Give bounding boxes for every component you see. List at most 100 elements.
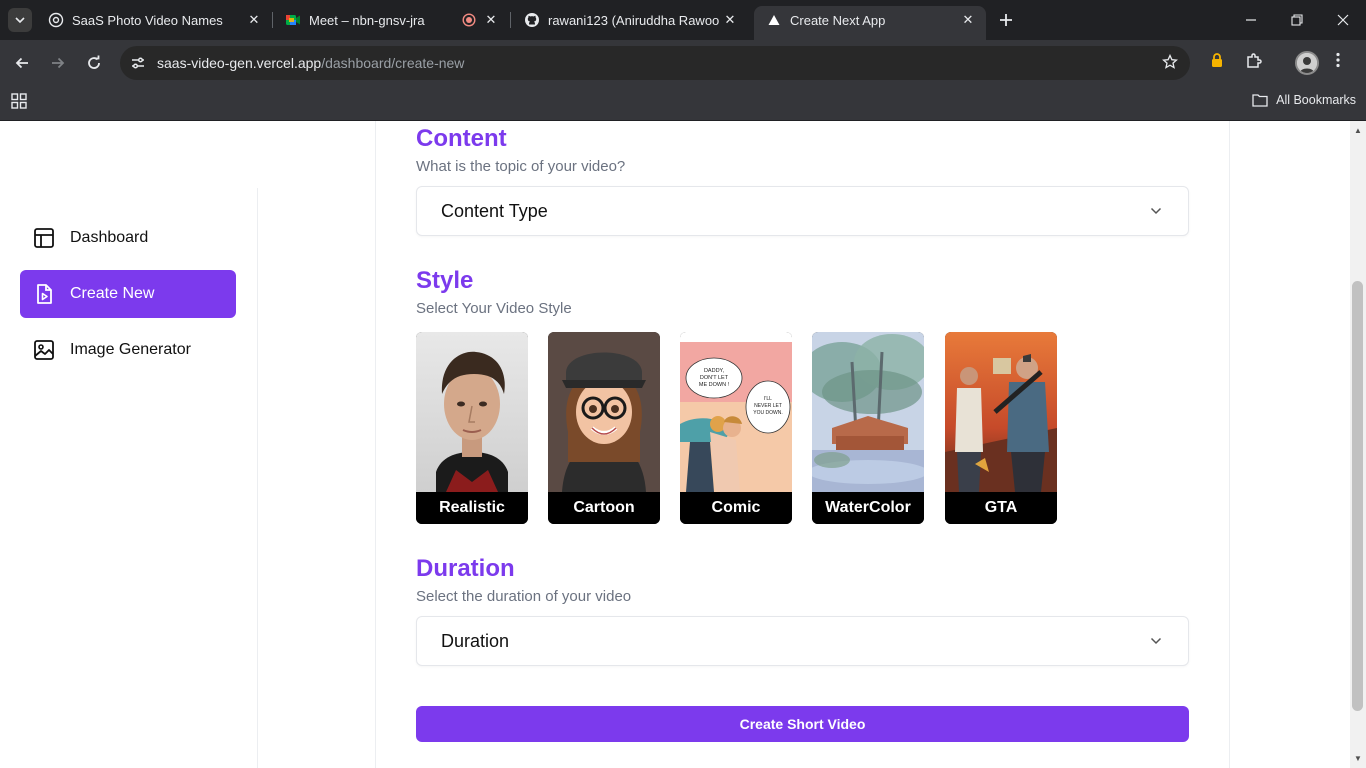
main-border-right bbox=[1229, 121, 1230, 768]
create-short-video-button[interactable]: Create Short Video bbox=[416, 706, 1189, 742]
google-meet-icon bbox=[285, 12, 301, 28]
reload-button[interactable] bbox=[80, 49, 108, 77]
close-icon[interactable]: ✕ bbox=[481, 10, 501, 30]
plus-icon bbox=[1000, 14, 1012, 26]
style-section-title: Style bbox=[416, 267, 474, 294]
layout-icon bbox=[32, 226, 56, 250]
close-icon[interactable]: ✕ bbox=[958, 10, 978, 30]
more-vert-icon bbox=[1336, 52, 1340, 68]
content-section-title: Content bbox=[416, 125, 507, 152]
browser-toolbar: saas-video-gen.vercel.app/dashboard/crea… bbox=[0, 40, 1366, 86]
browser-tab-strip: SaaS Photo Video Names ✕ Meet – nbn-gnsv… bbox=[0, 0, 1366, 40]
all-bookmarks-button[interactable]: All Bookmarks bbox=[1252, 93, 1356, 107]
url-host: saas-video-gen.vercel.app bbox=[157, 55, 322, 71]
tab-create-next-app[interactable]: Create Next App ✕ bbox=[754, 6, 986, 40]
tab-github[interactable]: rawani123 (Aniruddha Rawool) ✕ bbox=[512, 6, 748, 34]
tab-search-button[interactable] bbox=[8, 8, 32, 32]
sidebar-item-label: Create New bbox=[70, 285, 155, 302]
style-option-watercolor[interactable]: WaterColor bbox=[812, 332, 924, 524]
style-section-subtitle: Select Your Video Style bbox=[416, 300, 572, 317]
profile-avatar[interactable] bbox=[1295, 51, 1319, 75]
duration-select[interactable]: Duration bbox=[416, 616, 1189, 666]
sidebar-item-dashboard[interactable]: Dashboard bbox=[20, 214, 236, 262]
browser-menu-button[interactable] bbox=[1336, 52, 1340, 73]
close-icon[interactable]: ✕ bbox=[720, 10, 740, 30]
restore-icon bbox=[1291, 14, 1303, 26]
tab-separator bbox=[510, 12, 511, 28]
url-text: saas-video-gen.vercel.app/dashboard/crea… bbox=[157, 55, 464, 71]
new-tab-button[interactable] bbox=[994, 8, 1018, 32]
sidebar-item-label: Dashboard bbox=[70, 229, 149, 246]
bookmark-star-icon[interactable] bbox=[1162, 53, 1178, 75]
style-option-cartoon[interactable]: Cartoon bbox=[548, 332, 660, 524]
style-option-label: Cartoon bbox=[548, 492, 660, 524]
svg-text:ME DOWN !: ME DOWN ! bbox=[699, 382, 730, 388]
close-icon bbox=[1337, 14, 1349, 26]
scroll-up-arrow-icon[interactable]: ▲ bbox=[1353, 125, 1363, 135]
chevron-down-icon bbox=[1148, 203, 1164, 219]
content-type-select[interactable]: Content Type bbox=[416, 186, 1189, 236]
folder-icon bbox=[1252, 94, 1268, 107]
scroll-down-arrow-icon[interactable]: ▼ bbox=[1353, 753, 1363, 763]
address-bar[interactable]: saas-video-gen.vercel.app/dashboard/crea… bbox=[120, 46, 1190, 80]
sidebar-item-image-generator[interactable]: Image Generator bbox=[20, 326, 236, 374]
watercolor-landscape-image bbox=[812, 332, 924, 492]
scrollbar-thumb[interactable] bbox=[1352, 281, 1363, 711]
close-icon[interactable]: ✕ bbox=[244, 10, 264, 30]
back-button[interactable] bbox=[8, 49, 36, 77]
minimize-button[interactable] bbox=[1228, 0, 1274, 40]
tab-title: Meet – nbn-gnsv-jra bbox=[309, 12, 425, 28]
url-path: /dashboard/create-new bbox=[321, 55, 465, 71]
svg-text:I'LL: I'LL bbox=[764, 396, 772, 402]
realistic-portrait-image bbox=[416, 332, 528, 492]
tab-meet[interactable]: Meet – nbn-gnsv-jra ✕ bbox=[273, 6, 509, 34]
all-bookmarks-label: All Bookmarks bbox=[1276, 93, 1356, 107]
duration-section-subtitle: Select the duration of your video bbox=[416, 588, 632, 605]
cartoon-girl-image bbox=[548, 332, 660, 492]
sidebar-item-label: Image Generator bbox=[70, 341, 191, 358]
chevron-down-icon bbox=[15, 17, 25, 24]
image-icon bbox=[32, 338, 56, 362]
arrow-right-icon bbox=[52, 57, 65, 69]
forward-button[interactable] bbox=[44, 49, 72, 77]
extensions-icon[interactable] bbox=[1245, 52, 1263, 70]
restore-button[interactable] bbox=[1274, 0, 1320, 40]
sidebar-item-create-new[interactable]: Create New bbox=[20, 270, 236, 318]
bookmarks-bar: All Bookmarks bbox=[0, 86, 1366, 121]
tab-title: rawani123 (Aniruddha Rawool) bbox=[548, 12, 720, 28]
svg-text:NEVER LET: NEVER LET bbox=[754, 403, 782, 409]
close-window-button[interactable] bbox=[1320, 0, 1366, 40]
arrow-left-icon bbox=[15, 57, 28, 69]
sidebar-divider bbox=[257, 188, 258, 768]
chatgpt-icon bbox=[48, 12, 64, 28]
tab-saas-photo-video-names[interactable]: SaaS Photo Video Names ✕ bbox=[36, 6, 272, 34]
vercel-icon bbox=[766, 12, 782, 28]
content-type-value: Content Type bbox=[441, 200, 548, 221]
main-border-left bbox=[375, 121, 376, 768]
page-scrollbar[interactable]: ▲ ▼ bbox=[1350, 121, 1366, 768]
svg-text:DADDY,: DADDY, bbox=[704, 368, 725, 374]
avatar-icon bbox=[1297, 53, 1317, 73]
svg-text:YOU DOWN.: YOU DOWN. bbox=[753, 410, 782, 416]
style-option-label: Comic bbox=[680, 492, 792, 524]
style-option-label: WaterColor bbox=[812, 492, 924, 524]
lock-extension-icon[interactable] bbox=[1210, 52, 1224, 68]
style-option-gta[interactable]: GTA bbox=[945, 332, 1057, 524]
style-option-realistic[interactable]: Realistic bbox=[416, 332, 528, 524]
recording-icon bbox=[461, 12, 477, 28]
file-video-icon bbox=[32, 282, 56, 306]
site-info-icon[interactable] bbox=[124, 49, 152, 77]
chevron-down-icon bbox=[1148, 633, 1164, 649]
minimize-icon bbox=[1246, 19, 1256, 21]
style-option-comic[interactable]: DADDY, DON'T LET ME DOWN ! I'LL NEVER LE… bbox=[680, 332, 792, 524]
style-option-label: GTA bbox=[945, 492, 1057, 524]
github-icon bbox=[524, 12, 540, 28]
style-option-label: Realistic bbox=[416, 492, 528, 524]
gta-characters-image bbox=[945, 332, 1057, 492]
apps-grid-icon[interactable] bbox=[11, 93, 27, 114]
comic-strip-image: DADDY, DON'T LET ME DOWN ! I'LL NEVER LE… bbox=[680, 332, 792, 492]
svg-text:DON'T LET: DON'T LET bbox=[700, 375, 729, 381]
content-section-subtitle: What is the topic of your video? bbox=[416, 158, 626, 175]
page-viewport: Dashboard Create New Image Generator Con… bbox=[0, 121, 1366, 768]
tab-title: SaaS Photo Video Names bbox=[72, 12, 223, 28]
